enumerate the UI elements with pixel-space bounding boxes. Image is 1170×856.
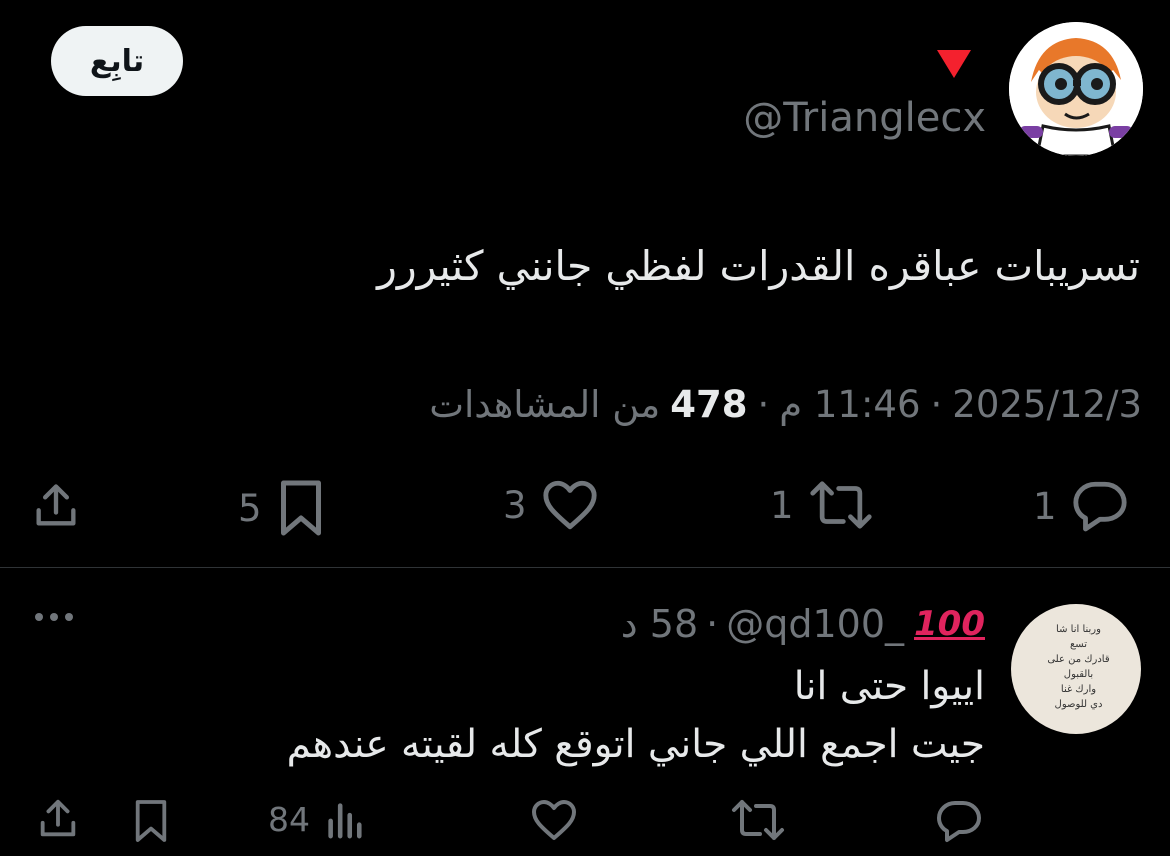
- tweet-date[interactable]: 2025/12/3: [952, 380, 1142, 430]
- tweet-meta: من المشاهدات 478 · 11:46 م · 2025/12/3: [142, 380, 1142, 430]
- author-handle[interactable]: @Trianglecx: [740, 92, 986, 144]
- reply-comment-button[interactable]: [935, 798, 983, 844]
- reply-views-button[interactable]: 84: [268, 798, 364, 840]
- heart-icon: [542, 480, 597, 530]
- tweet-time[interactable]: 11:46 م: [779, 380, 920, 430]
- share-icon: [40, 799, 76, 837]
- more-options-button[interactable]: [33, 610, 75, 624]
- like-count: 3: [503, 483, 527, 527]
- reply-button[interactable]: 1: [1033, 478, 1129, 534]
- repost-button[interactable]: 1: [770, 478, 874, 532]
- bookmark-button[interactable]: 5: [238, 478, 326, 538]
- more-dots-icon: [35, 613, 73, 621]
- comment-icon: [1072, 481, 1127, 532]
- bookmark-count: 5: [238, 486, 262, 530]
- tweet-divider: [0, 567, 1170, 568]
- comment-icon: [937, 801, 981, 842]
- cartoon-avatar-icon: [1009, 22, 1143, 156]
- reply-header: 58 د · @qd100_ 100: [621, 598, 985, 650]
- hundred-points-icon: 100: [914, 604, 985, 644]
- share-button[interactable]: [30, 480, 82, 532]
- reply-time-ago[interactable]: 58 د: [621, 598, 698, 650]
- reply-avatar[interactable]: وربنا انا شا تسع قادرك من على بالقبول وا…: [1011, 604, 1141, 734]
- reply-handle[interactable]: @qd100_: [726, 598, 904, 650]
- views-label: من المشاهدات: [429, 383, 661, 426]
- follow-button[interactable]: تابِع: [51, 26, 183, 96]
- bookmark-icon: [280, 480, 321, 536]
- reply-bookmark-button[interactable]: [132, 796, 170, 846]
- meta-separator: ·: [930, 383, 943, 426]
- meta-separator: ·: [757, 383, 770, 426]
- repost-icon: [732, 800, 784, 840]
- repost-icon: [809, 481, 872, 529]
- author-avatar[interactable]: [1009, 22, 1143, 156]
- analytics-icon: [328, 803, 362, 839]
- red-triangle-icon: [934, 48, 974, 80]
- reply-share-button[interactable]: [35, 796, 81, 842]
- repost-count: 1: [770, 483, 794, 527]
- reply-meta-separator: ·: [706, 602, 719, 646]
- heart-icon: [532, 800, 576, 840]
- reply-views-count: 84: [268, 799, 310, 839]
- views-count[interactable]: 478: [670, 380, 747, 430]
- share-icon: [36, 484, 76, 526]
- reply-repost-button[interactable]: [730, 798, 786, 842]
- reply-like-button[interactable]: [530, 798, 578, 842]
- avatar-handwriting: وربنا انا شا تسع قادرك من على بالقبول وا…: [1047, 624, 1110, 710]
- reply-count: 1: [1033, 484, 1057, 528]
- like-button[interactable]: 3: [503, 478, 599, 532]
- bookmark-icon: [135, 800, 167, 842]
- reply-text-line: جيت اجمع اللي جاني اتوقع كله لقيته عندهم: [286, 722, 985, 767]
- tweet-text: تسريبات عباقره القدرات لفظي جانني كثيررر: [377, 242, 1140, 290]
- reply-text-line: اييوا حتى انا: [793, 664, 985, 709]
